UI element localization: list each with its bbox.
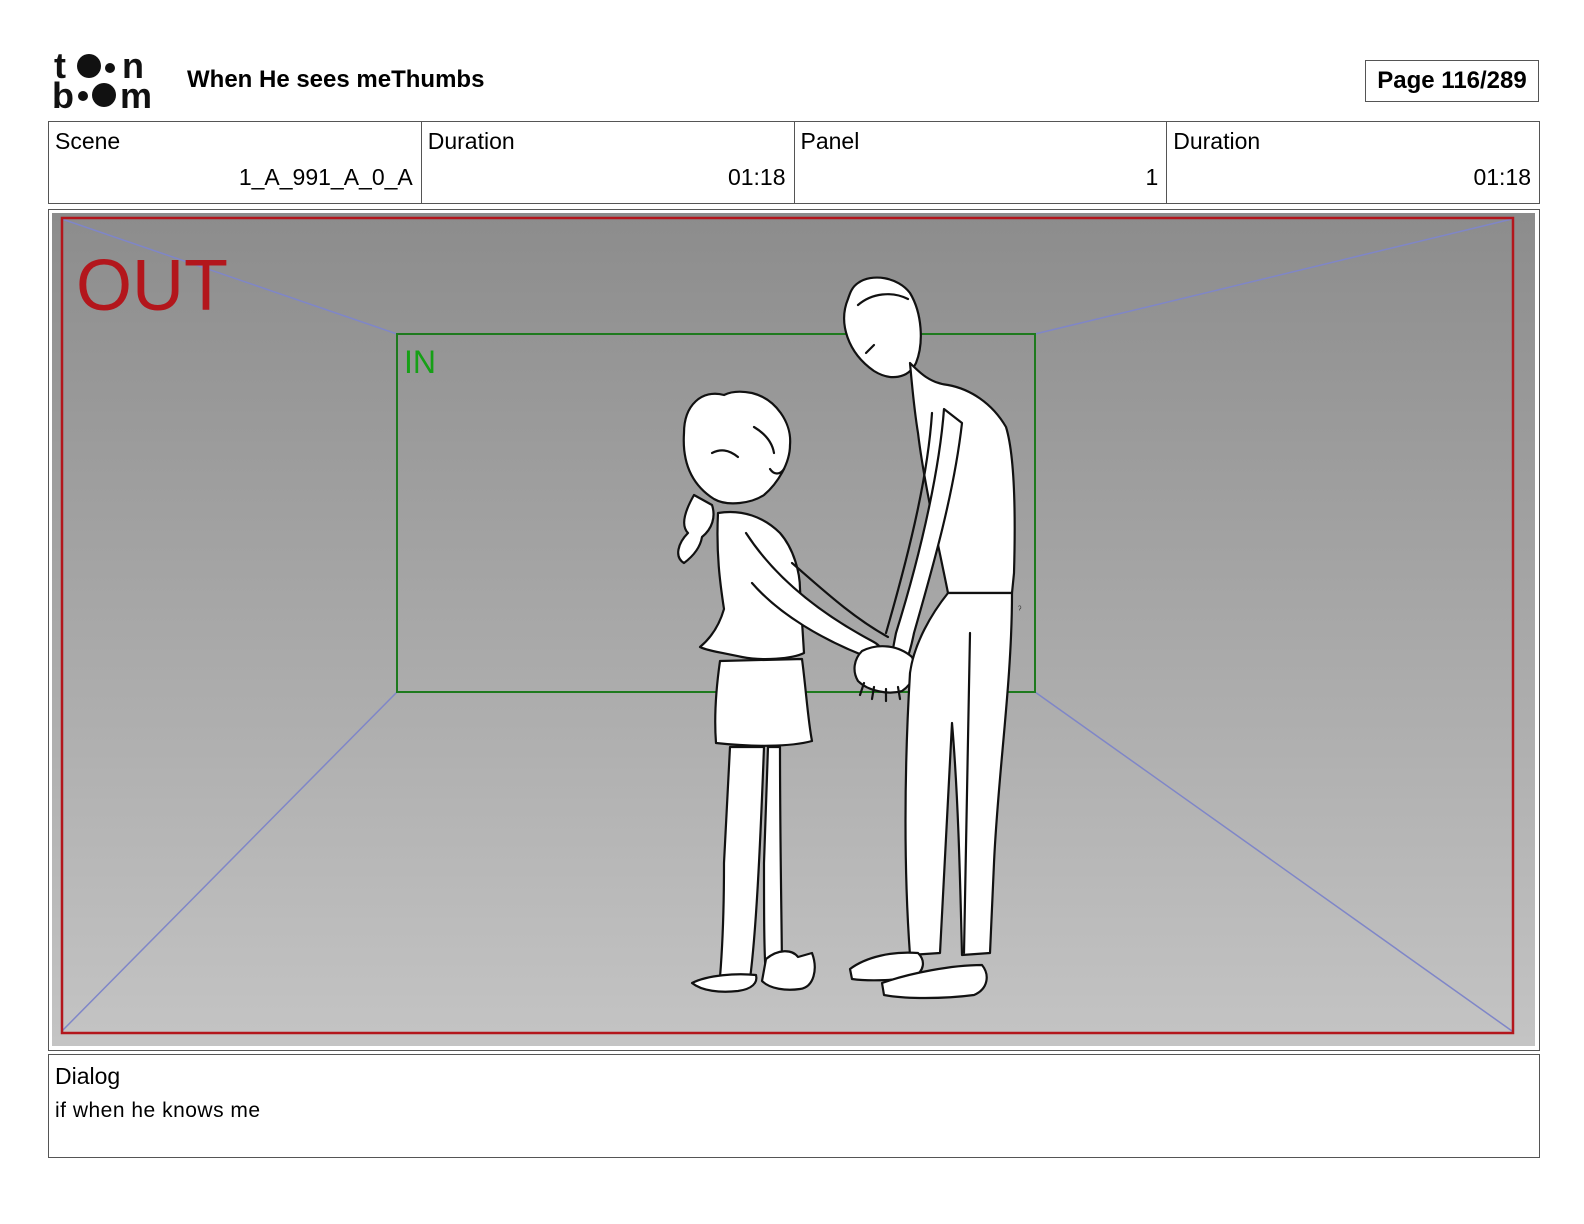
scene-duration-value: 01:18 — [727, 164, 786, 190]
scene-cell: Scene 1_A_991_A_0_A — [49, 122, 422, 203]
scene-value: 1_A_991_A_0_A — [238, 164, 413, 190]
in-label: IN — [404, 344, 436, 380]
panel-artwork: OUT IN ˀ — [52, 213, 1535, 1046]
dialog-text: if when he knows me — [55, 1099, 261, 1122]
panel-duration-label: Duration — [1173, 128, 1261, 154]
scene-label: Scene — [55, 128, 121, 154]
page-label: Page 116/289 — [1377, 67, 1527, 94]
panel-label: Panel — [800, 128, 860, 154]
panel-duration-value: 01:18 — [1473, 164, 1531, 190]
scene-info-table: Scene 1_A_991_A_0_A Duration 01:18 Panel… — [48, 121, 1540, 204]
scene-duration-label: Duration — [427, 128, 515, 154]
out-label: OUT — [76, 246, 228, 326]
scene-duration-cell: Duration 01:18 — [422, 122, 795, 203]
svg-text:b: b — [52, 75, 74, 114]
document-title: When He sees meThumbs — [187, 66, 485, 93]
sketch-mark: ˀ — [1018, 604, 1022, 616]
storyboard-panel: OUT IN ˀ — [48, 209, 1540, 1051]
panel-value: 1 — [1145, 164, 1159, 190]
dialog-label: Dialog — [55, 1063, 121, 1089]
toonboom-logo: t n b m — [50, 45, 166, 116]
dialog-box: Dialog if when he knows me — [48, 1054, 1540, 1158]
page-indicator: Page 116/289 — [1365, 60, 1539, 102]
svg-text:m: m — [120, 75, 152, 114]
panel-cell: Panel 1 — [795, 122, 1168, 203]
panel-duration-cell: Duration 01:18 — [1167, 122, 1539, 203]
